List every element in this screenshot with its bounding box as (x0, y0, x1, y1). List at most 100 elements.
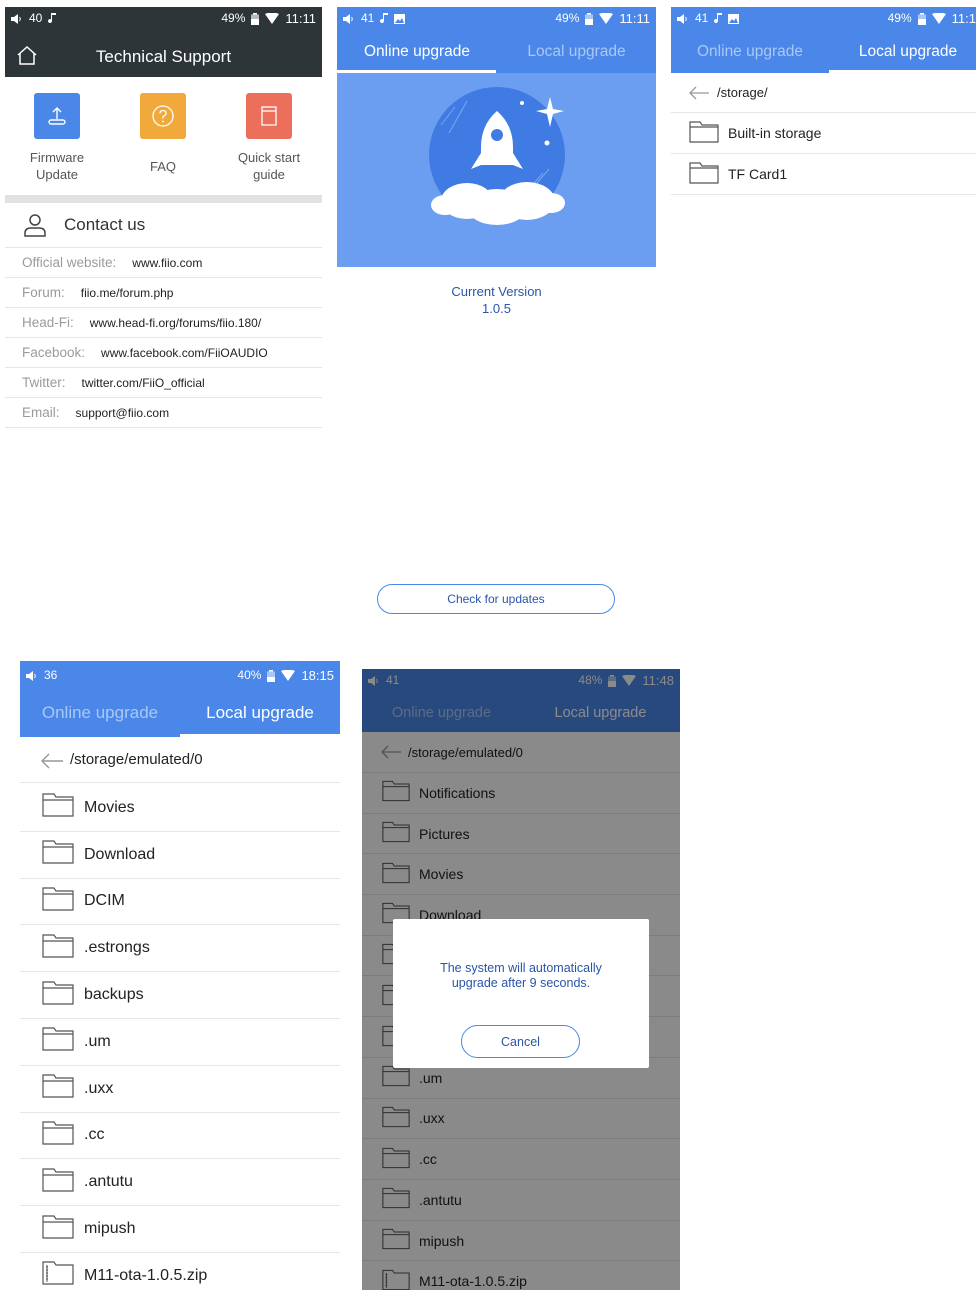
folder-row[interactable]: DCIM (20, 879, 340, 926)
folder-row[interactable]: Movies (20, 785, 340, 832)
battery-icon (251, 11, 260, 25)
person-icon (23, 212, 47, 238)
folder-row[interactable]: TF Card1 (671, 154, 976, 195)
tile-label: Update (36, 167, 78, 182)
section-divider (5, 195, 322, 203)
folder-row[interactable]: Download (20, 832, 340, 879)
folder-icon (42, 1121, 74, 1150)
folder-name: .cc (84, 1126, 105, 1144)
local-upgrade-storage-screen: 41 49% 11:1 Online upgrade Local upgrade… (671, 7, 976, 199)
faq-tile[interactable]: FAQ (117, 93, 209, 175)
quick-start-guide-tile[interactable]: Quick start guide (223, 93, 315, 183)
current-path: /storage/emulated/0 (70, 751, 203, 768)
rocket-hero (337, 73, 656, 267)
clock: 11:1 (951, 10, 976, 26)
tab-bar: 41 49% 11:11 Online upgrade Local upgrad… (337, 7, 656, 73)
battery-percent: 49% (555, 11, 580, 25)
contact-header: Contact us (5, 203, 322, 248)
folder-icon (689, 120, 719, 146)
local-upgrade-files-screen: 36 40% 18:15 Online upgrade Local upgrad… (20, 661, 340, 1290)
contact-row-headfi[interactable]: Head-Fi: www.head-fi.org/forums/fiio.180/ (5, 308, 322, 338)
check-for-updates-button[interactable]: Check for updates (377, 584, 615, 614)
tile-label: FAQ (149, 159, 176, 174)
folder-row[interactable]: .um (20, 1019, 340, 1066)
contact-value: www.head-fi.org/forums/fiio.180/ (89, 315, 262, 330)
folder-icon (42, 934, 74, 963)
volume-level: 36 (44, 668, 58, 682)
contact-value: www.facebook.com/FiiOAUDIO (101, 345, 268, 360)
folder-name: .antutu (84, 1173, 133, 1191)
technical-support-screen: 40 49% 11:11 Technical Support Firmware U… (5, 7, 322, 432)
online-upgrade-screen: 41 49% 11:11 Online upgrade Local upgrad… (337, 7, 656, 617)
folder-icon (42, 1214, 74, 1244)
firmware-update-tile[interactable]: Firmware Update (11, 93, 103, 183)
tile-label: guide (253, 167, 285, 182)
contact-row-forum[interactable]: Forum: fiio.me/forum.php (5, 278, 322, 308)
upgrade-confirm-screen: 41 48% 11:48 Online upgrade Local upgrad… (362, 669, 680, 1290)
cancel-button[interactable]: Cancel (461, 1025, 580, 1058)
folder-name: DCIM (84, 892, 125, 910)
folder-row[interactable]: Built-in storage (671, 113, 976, 154)
folder-row[interactable]: .cc (20, 1113, 340, 1160)
app-header: 40 49% 11:11 Technical Support (5, 7, 322, 77)
book-icon (246, 93, 292, 139)
volume-level: 40 (29, 11, 43, 25)
contact-row-facebook[interactable]: Facebook: www.facebook.com/FiiOAUDIO (5, 338, 322, 368)
image-icon (728, 11, 740, 25)
back-arrow-icon[interactable] (688, 86, 710, 100)
contact-key: Email: (22, 405, 60, 420)
battery-percent: 40% (237, 668, 262, 682)
zip-file-icon (42, 1261, 74, 1290)
folder-row[interactable]: backups (20, 972, 340, 1019)
music-icon (380, 11, 389, 25)
contact-value: www.fiio.com (132, 255, 203, 270)
contact-row-email[interactable]: Email: support@fiio.com (5, 398, 322, 428)
contact-key: Twitter: (22, 375, 66, 390)
tab-online-upgrade[interactable]: Online upgrade (671, 43, 829, 61)
folder-row[interactable]: mipush (20, 1206, 340, 1253)
folder-name: .uxx (84, 1079, 114, 1097)
folder-row[interactable]: .antutu (20, 1159, 340, 1207)
battery-icon (585, 11, 594, 25)
current-version: Current Version 1.0.5 (337, 283, 656, 317)
back-arrow-icon[interactable] (40, 753, 63, 768)
folder-row[interactable]: .uxx (20, 1066, 340, 1113)
status-bar: 36 40% 18:15 (20, 661, 340, 689)
version-value: 1.0.5 (482, 301, 511, 316)
contact-row-twitter[interactable]: Twitter: twitter.com/FiiO_official (5, 368, 322, 398)
clock: 11:11 (619, 10, 650, 26)
contact-key: Facebook: (22, 345, 86, 360)
contact-key: Official website: (22, 255, 117, 270)
folder-name: .estrongs (84, 939, 150, 957)
zip-file-row[interactable]: M11-ota-1.0.5.zip (20, 1253, 340, 1290)
tile-label: Firmware (29, 150, 85, 165)
folder-name: TF Card1 (728, 166, 788, 182)
folder-name: Movies (84, 798, 135, 816)
tab-local-upgrade[interactable]: Local upgrade (180, 703, 340, 723)
wifi-icon (599, 11, 614, 25)
status-bar: 40 49% 11:11 (5, 7, 322, 29)
upload-icon (34, 93, 80, 139)
file-name: M11-ota-1.0.5.zip (84, 1266, 208, 1284)
volume-icon (343, 11, 355, 25)
music-icon (48, 11, 57, 25)
contact-value: fiio.me/forum.php (80, 285, 174, 300)
volume-icon (677, 11, 689, 25)
volume-level: 41 (695, 11, 709, 25)
tab-online-upgrade[interactable]: Online upgrade (337, 43, 497, 61)
tab-online-upgrade[interactable]: Online upgrade (20, 703, 180, 723)
folder-name: backups (84, 986, 144, 1004)
tab-local-upgrade[interactable]: Local upgrade (829, 43, 976, 61)
volume-icon (11, 11, 23, 25)
battery-percent: 49% (887, 11, 912, 25)
volume-icon (26, 668, 38, 682)
folder-icon (42, 1168, 74, 1197)
support-tiles: Firmware Update FAQ Quick start guide (5, 77, 322, 195)
status-bar: 41 49% 11:11 (337, 7, 656, 29)
wifi-icon (931, 11, 946, 25)
clock: 11:11 (285, 10, 316, 26)
folder-row[interactable]: .estrongs (20, 925, 340, 973)
contact-row-website[interactable]: Official website: www.fiio.com (5, 248, 322, 278)
tab-local-upgrade[interactable]: Local upgrade (497, 43, 656, 61)
folder-name: mipush (84, 1220, 136, 1238)
